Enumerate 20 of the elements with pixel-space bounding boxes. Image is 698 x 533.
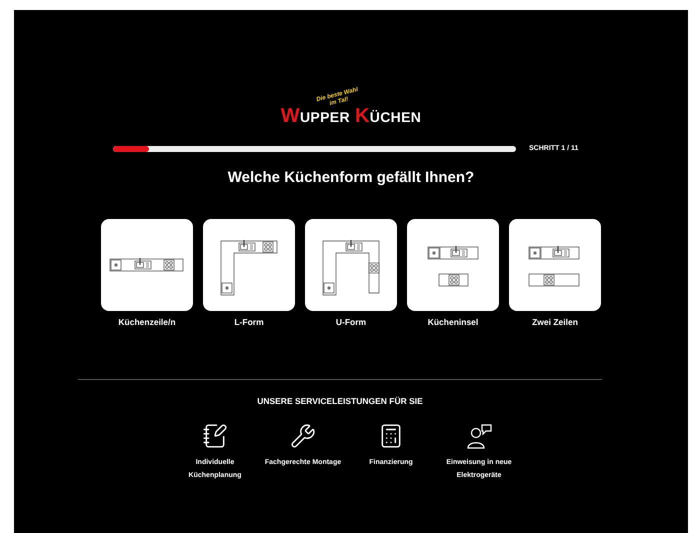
notebook-pen-icon: [202, 422, 228, 448]
wrench-icon: [290, 422, 316, 448]
kitchen-shape-card[interactable]: [509, 219, 601, 311]
kitchen-plan-drawing: [428, 246, 478, 286]
kitchen-plan-drawing: [322, 240, 380, 296]
kitchen-plan-drawing: [220, 240, 278, 296]
kitchen-shape-label: Kücheninsel: [428, 316, 478, 329]
kitchen-shape-label: Zwei Zeilen: [532, 316, 578, 329]
question-heading: Welche Küchenform gefällt Ihnen?: [228, 168, 474, 188]
kitchen-shape-card[interactable]: [101, 219, 193, 311]
kitchen-shape-card[interactable]: [305, 219, 397, 311]
kitchen-plan-drawing: [528, 246, 580, 286]
person-speech-bubble-icon: [465, 422, 493, 450]
services-title: UNSERE SERVICELEISTUNGEN FÜR SIE: [257, 394, 423, 408]
kitchen-shape-card[interactable]: [407, 219, 499, 311]
kitchen-shape-label: U-Form: [336, 316, 366, 329]
kitchen-shape-card[interactable]: [203, 219, 295, 311]
kitchen-shape-label: Küchenzeile/n: [118, 316, 176, 329]
kitchen-shape-label: L-Form: [234, 316, 264, 329]
logo-wordmark: WUPPER KÜCHEN: [280, 106, 422, 128]
